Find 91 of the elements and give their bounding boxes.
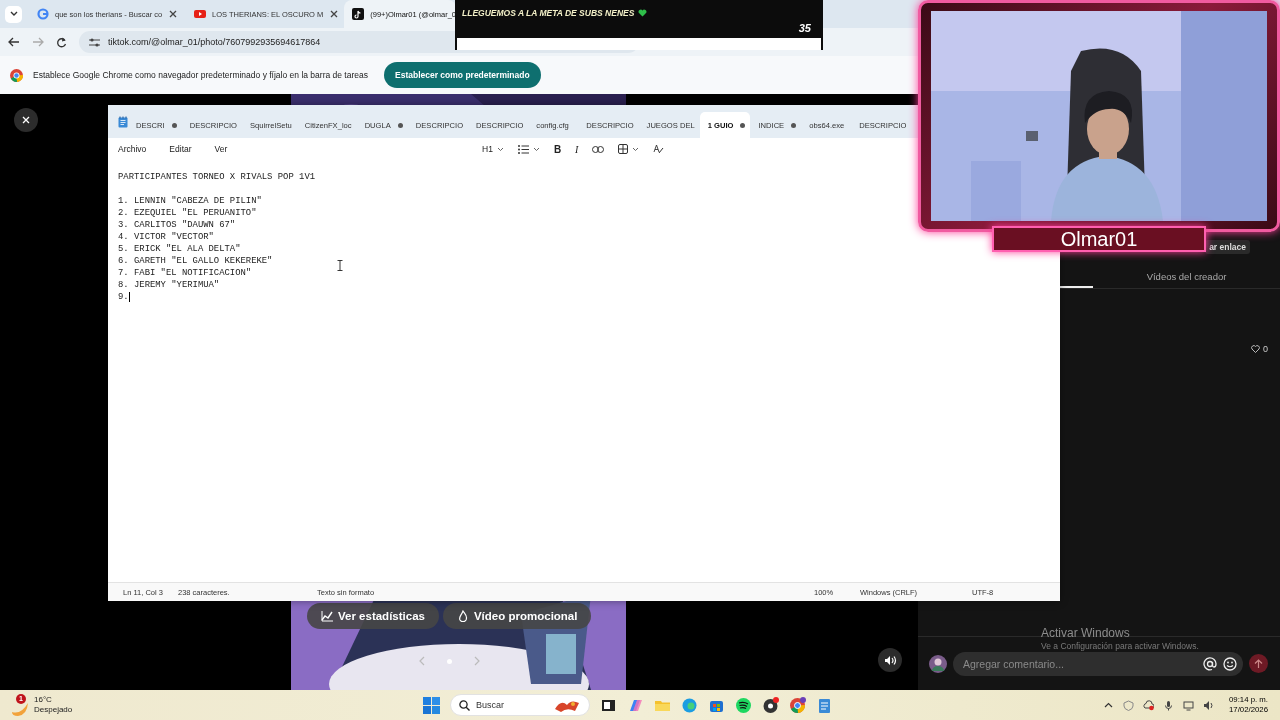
heart-icon [1251, 345, 1260, 353]
text-line: PARTICIPANTES TORNEO X RIVALS POP 1V1 [118, 171, 316, 183]
microphone-icon[interactable] [1162, 699, 1174, 711]
heading-dropdown[interactable]: H1 [480, 142, 506, 156]
speaker-icon [883, 654, 897, 666]
caret-icon [532, 146, 540, 152]
monitor-icon[interactable] [1182, 699, 1194, 711]
post-action-button[interactable]: Vídeo promocional [442, 603, 592, 629]
tab-list-button[interactable] [5, 5, 22, 23]
activation-message: Ve a Configuración para activar Windows. [1041, 641, 1199, 651]
comment-field[interactable]: Agregar comentario... [953, 651, 1243, 676]
windows-logo-icon [423, 696, 440, 714]
goal-count: 35 [798, 21, 811, 36]
text-line: 8. JEREMY "YERIMUA" [118, 279, 220, 291]
unsaved-dot [171, 122, 177, 128]
carousel-dot-icon [447, 658, 452, 664]
avatar-icon [929, 654, 947, 673]
menu-item[interactable]: Editar [169, 144, 202, 154]
chevron-down-icon [9, 11, 18, 17]
text-cursor-icon [337, 260, 343, 271]
bold-button[interactable]: B [551, 141, 564, 157]
note-favicon-icon [352, 8, 365, 20]
text-line: 6. GARETH "EL GALLO KEKEREKE" [118, 255, 273, 267]
unsaved-dot [397, 122, 403, 128]
grid-icon [618, 144, 629, 154]
speaker-icon[interactable] [1202, 699, 1214, 711]
cloud-icon[interactable] [1142, 699, 1154, 711]
back-arrow-icon [8, 37, 20, 47]
weather-condition: Despejado [34, 705, 73, 715]
activation-title: Activar Windows [1041, 626, 1131, 640]
forward-arrow-icon [32, 37, 44, 47]
unsaved-dot [740, 122, 746, 128]
close-icon[interactable] [168, 9, 179, 19]
panel-tab[interactable]: Vídeos del creador [1093, 264, 1280, 288]
play-favicon-icon [194, 8, 206, 20]
sliders-icon[interactable] [89, 37, 100, 47]
at-sign-icon[interactable] [1203, 656, 1217, 671]
moon-icon [12, 702, 28, 716]
reload-icon [56, 36, 67, 48]
list-icon [517, 144, 529, 154]
text-line: 3. CARLITOS "DAUWN 67" [118, 219, 236, 231]
chrome-icon [789, 696, 806, 714]
reload-button[interactable] [56, 36, 67, 48]
send-button[interactable] [1249, 654, 1268, 673]
infobar-message: Establece Google Chrome como navegador predeterminado y fíjalo en la barra de tareas [33, 70, 368, 80]
back-button[interactable] [8, 37, 20, 47]
like-count: 0 [1263, 344, 1268, 354]
volume-button[interactable] [878, 648, 902, 672]
link-button[interactable] [590, 143, 607, 155]
menu-item[interactable]: Ver [214, 144, 238, 154]
close-button[interactable] [14, 108, 38, 132]
set-default-button[interactable]: Establecer como predeterminado [384, 62, 541, 88]
camera-app-icon [762, 696, 779, 714]
arrow-up-icon [1254, 658, 1263, 669]
streamer-name: Olmar01 [992, 226, 1206, 252]
text-line: 2. EZEQUIEL "EL PERUANITO" [118, 207, 257, 219]
close-icon[interactable] [329, 9, 340, 19]
unsaved-dot [791, 122, 797, 128]
text-line: 4. VICTOR "VECTOR" [118, 231, 214, 243]
search-favicon-icon [37, 8, 49, 20]
caret-icon [496, 146, 504, 152]
close-icon [21, 115, 31, 125]
notepad-icon [118, 115, 128, 128]
taskbar-app[interactable] [762, 696, 779, 714]
notepad-icon [816, 696, 833, 714]
clear-format-icon [653, 144, 665, 154]
search-icon [459, 699, 470, 711]
taskbar-app[interactable] [735, 696, 752, 714]
list-dropdown[interactable] [515, 142, 542, 156]
post-action-button[interactable]: Ver estadísticas [307, 603, 439, 629]
temperature: 16°C [34, 695, 53, 705]
emoji-icon[interactable] [1223, 656, 1237, 671]
text-line: 1. LENNIN "CABEZA DE PILIN" [118, 195, 262, 207]
text-line: 9. [118, 291, 129, 303]
italic-button[interactable]: I [573, 141, 581, 157]
caret-icon [632, 146, 640, 152]
chrome-logo-icon [10, 68, 23, 82]
goal-message: LLEGUEMOS A LA META DE SUBS NENES [462, 7, 635, 18]
link-icon [592, 145, 605, 153]
text-line: 5. ERICK "EL ALA DELTA" [118, 243, 241, 255]
heart-icon [638, 8, 648, 17]
search-box[interactable]: Buscar [450, 694, 590, 716]
chart-icon [321, 610, 333, 622]
music-icon [735, 696, 752, 714]
text-caret [128, 292, 130, 302]
url-text: tiktok.com/@olmar_01/photo/7607992935694617864 [108, 37, 321, 47]
start-button[interactable] [423, 696, 440, 714]
menu-item[interactable]: Archivo [118, 144, 157, 154]
copy-link-button[interactable]: ar enlace [1205, 240, 1250, 254]
text-line: 7. FABI "EL NOTIFICACION" [118, 267, 252, 279]
edge-icon [681, 696, 698, 714]
